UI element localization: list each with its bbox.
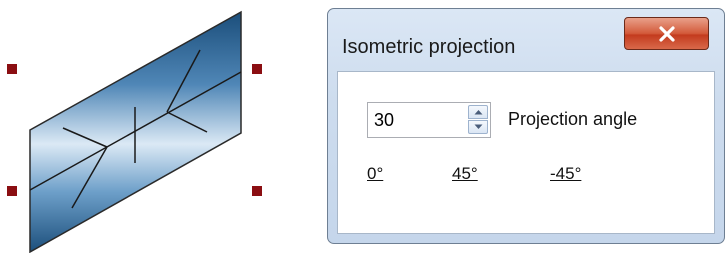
- spin-buttons: [468, 105, 488, 135]
- canvas-stage: Isometric projection 30 Projection angle…: [0, 0, 728, 253]
- chevron-down-icon: [474, 124, 482, 129]
- close-button[interactable]: [624, 17, 709, 50]
- chevron-up-icon: [474, 110, 482, 115]
- preset-minus-45-link[interactable]: -45°: [550, 164, 581, 184]
- selection-handle-bottom-right[interactable]: [252, 186, 262, 196]
- dialog-title: Isometric projection: [342, 36, 516, 58]
- isometric-shape-selection[interactable]: [0, 0, 280, 253]
- preset-0-link[interactable]: 0°: [367, 164, 383, 184]
- preset-45-link[interactable]: 45°: [452, 164, 478, 184]
- projection-angle-label: Projection angle: [508, 109, 638, 129]
- dialog-client-area: 30 Projection angle 0° 45° -45°: [337, 71, 715, 234]
- spin-down-button[interactable]: [468, 120, 488, 134]
- selection-handle-top-right[interactable]: [252, 64, 262, 74]
- selection-handle-bottom-left[interactable]: [7, 186, 17, 196]
- close-icon: [658, 25, 675, 42]
- isometric-shape-icon[interactable]: [0, 0, 280, 253]
- isometric-projection-dialog: Isometric projection 30 Projection angle…: [327, 8, 725, 244]
- selection-handle-top-left[interactable]: [7, 64, 17, 74]
- angle-spinbox[interactable]: 30: [367, 102, 491, 138]
- spin-up-button[interactable]: [468, 105, 488, 119]
- angle-input[interactable]: 30: [374, 110, 394, 131]
